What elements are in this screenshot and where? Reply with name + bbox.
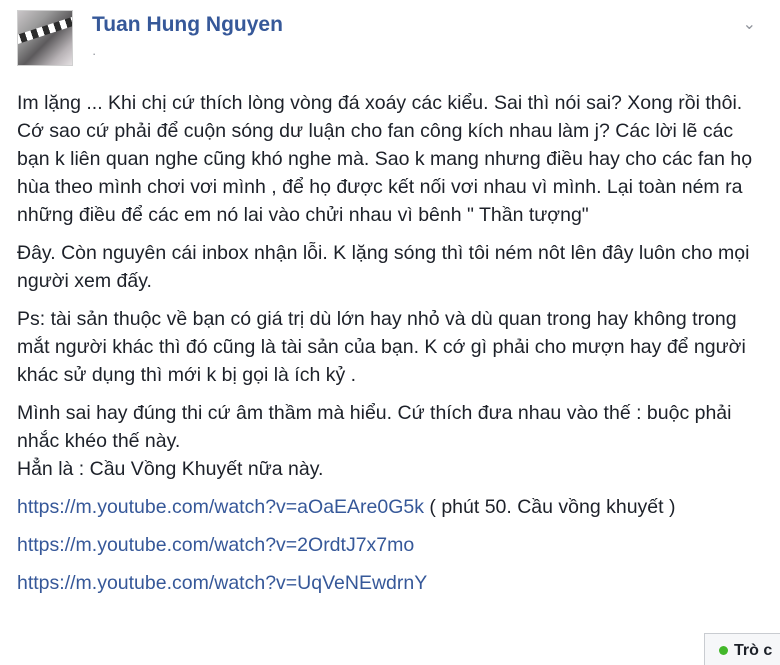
online-dot-icon — [719, 646, 728, 656]
post-paragraph: Mình sai hay đúng thi cứ âm thầm mà hiểu… — [17, 402, 732, 452]
post-meta: · — [92, 46, 97, 61]
youtube-link[interactable]: https://m.youtube.com/watch?v=aOaEAre0G5… — [17, 496, 424, 518]
link-note: ( phút 50. Cầu vồng khuyết ) — [424, 496, 676, 518]
chat-label: Trò c — [734, 642, 773, 659]
post-paragraph: Hẳn là : Cầu Vồng Khuyết nữa này. — [17, 458, 324, 480]
youtube-link[interactable]: https://m.youtube.com/watch?v=UqVeNEwdrn… — [17, 572, 427, 594]
chevron-down-icon[interactable]: ⌄ — [743, 14, 756, 34]
author-name[interactable]: Tuan Hung Nguyen — [92, 13, 283, 37]
youtube-link[interactable]: https://m.youtube.com/watch?v=2OrdtJ7x7m… — [17, 534, 414, 556]
avatar[interactable] — [17, 10, 73, 66]
post-paragraph: Im lặng ... Khi chị cứ thích lòng vòng đ… — [17, 92, 743, 114]
post-paragraph: Cớ sao cứ phải để cuộn sóng dư luận cho … — [17, 120, 753, 226]
link-row: https://m.youtube.com/watch?v=UqVeNEwdrn… — [17, 569, 765, 597]
post-paragraph: Đây. Còn nguyên cái inbox nhận lỗi. K lặ… — [17, 242, 750, 292]
link-row: https://m.youtube.com/watch?v=aOaEAre0G5… — [17, 493, 765, 521]
chat-tab[interactable]: Trò c — [704, 633, 780, 665]
post-paragraph: Ps: tài sản thuộc về bạn có giá trị dù l… — [17, 308, 746, 386]
link-row: https://m.youtube.com/watch?v=2OrdtJ7x7m… — [17, 531, 765, 559]
post-body: Im lặng ... Khi chị cứ thích lòng vòng đ… — [17, 89, 765, 607]
